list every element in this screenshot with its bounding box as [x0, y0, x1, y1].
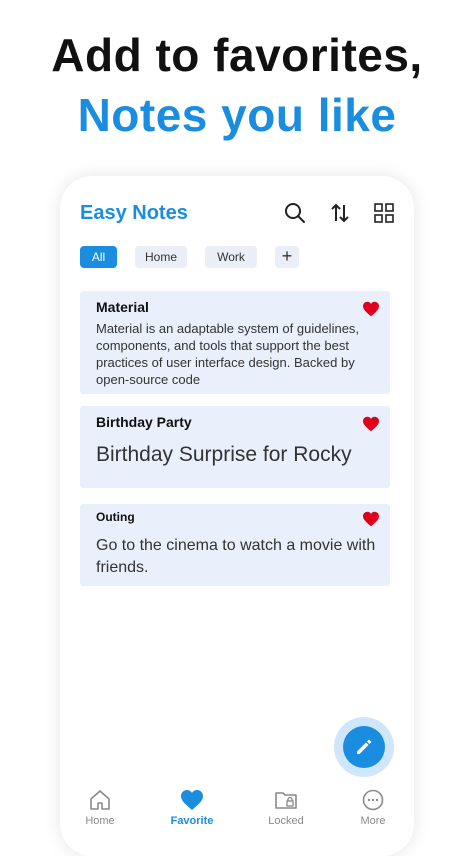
nav-label-home: Home: [85, 815, 115, 827]
grid-view-icon[interactable]: [371, 200, 397, 226]
nav-label-favorite: Favorite: [170, 815, 214, 827]
nav-item-more[interactable]: More: [338, 788, 408, 827]
phone-frame: Easy Notes All Home Work + Material Mate…: [60, 176, 414, 856]
plus-icon[interactable]: +: [275, 246, 299, 268]
more-icon: [362, 789, 384, 811]
filter-chip-home[interactable]: Home: [135, 246, 187, 268]
note-body: Go to the cinema to watch a movie with f…: [96, 537, 376, 576]
note-card[interactable]: Outing Go to the cinema to watch a movie…: [80, 504, 390, 586]
heart-icon[interactable]: [362, 416, 380, 432]
home-icon: [90, 790, 110, 810]
search-icon[interactable]: [282, 200, 308, 226]
note-body: Material is an adaptable system of guide…: [96, 321, 360, 387]
note-title: Outing: [96, 510, 135, 524]
heart-icon[interactable]: [362, 301, 380, 317]
note-body: Birthday Surprise for Rocky: [96, 443, 352, 466]
note-card[interactable]: Birthday Party Birthday Surprise for Roc…: [80, 406, 390, 488]
note-title: Birthday Party: [96, 414, 192, 430]
nav-label-locked: Locked: [268, 815, 304, 827]
note-title: Material: [96, 299, 149, 315]
locked-folder-icon: [275, 792, 297, 809]
note-card[interactable]: Material Material is an adaptable system…: [80, 291, 390, 394]
app-title: Easy Notes: [80, 202, 188, 224]
nav-item-locked[interactable]: Locked: [251, 788, 321, 827]
heart-icon[interactable]: [362, 511, 380, 527]
sort-icon[interactable]: [327, 200, 353, 226]
promo-headline-line1: Add to favorites,: [51, 29, 423, 81]
promo-headline-line2: Notes you like: [77, 89, 397, 141]
new-note-button[interactable]: [343, 726, 385, 768]
nav-item-favorite[interactable]: Favorite: [157, 788, 227, 827]
filter-chip-work[interactable]: Work: [205, 246, 257, 268]
edit-pencil-icon: [357, 739, 372, 754]
filter-chip-all[interactable]: All: [80, 246, 117, 268]
heart-icon: [181, 790, 203, 810]
nav-label-more: More: [360, 815, 386, 827]
nav-item-home[interactable]: Home: [65, 788, 135, 827]
